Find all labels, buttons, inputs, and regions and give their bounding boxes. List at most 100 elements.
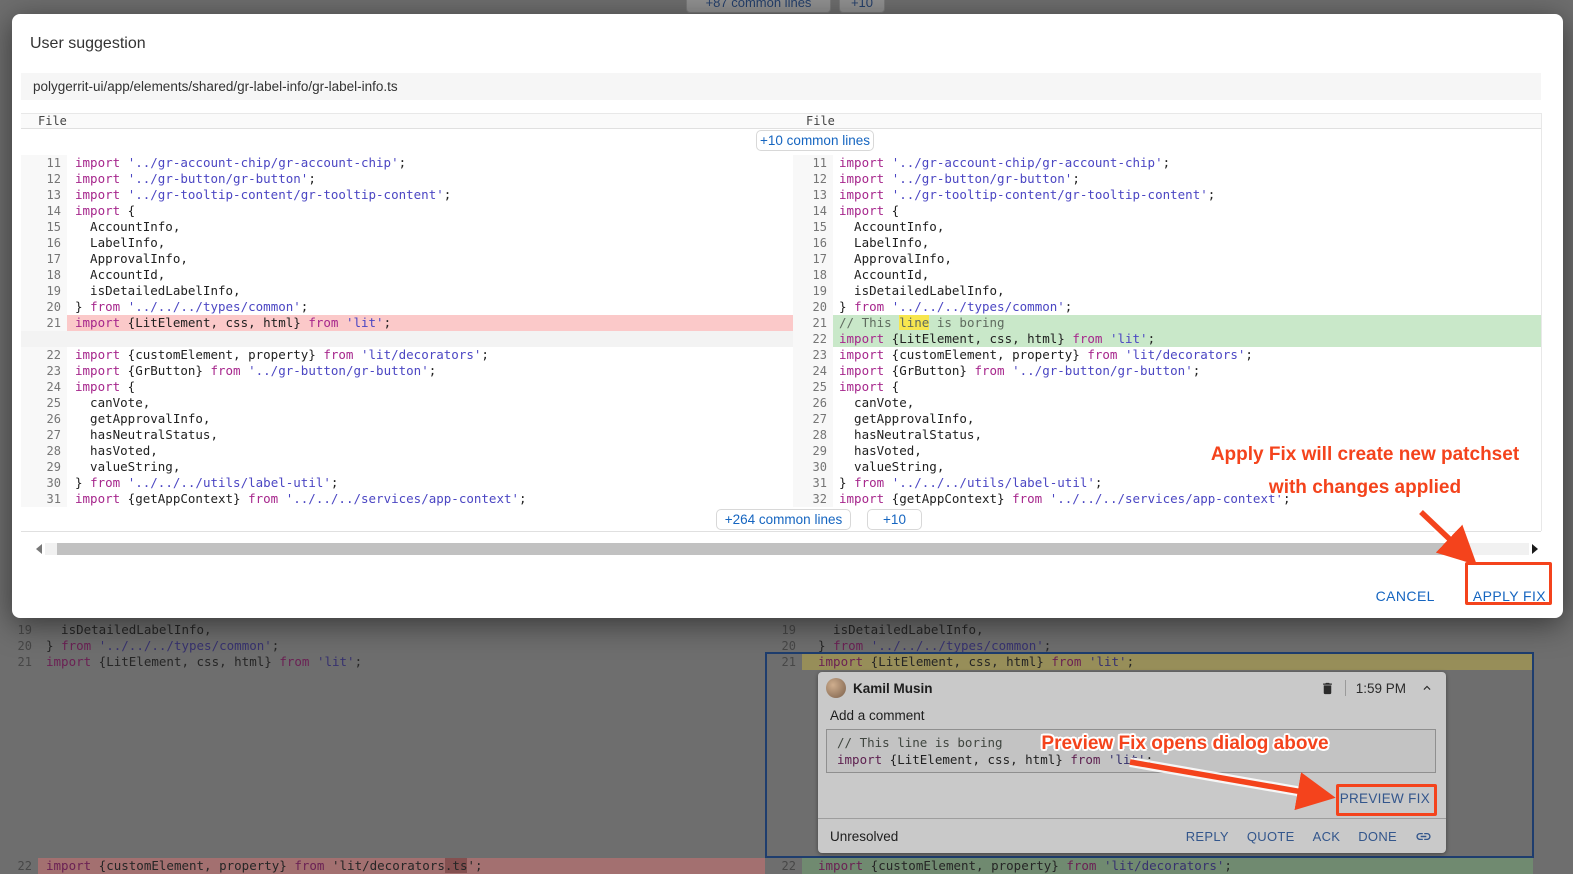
code-text: import {getAppContext} from '../../../se… xyxy=(67,491,793,507)
line-number: 22 xyxy=(21,347,67,363)
code-text: // This line is boring xyxy=(833,315,1541,331)
line-number: 12 xyxy=(793,171,833,187)
code-line: 21// This line is boring xyxy=(793,315,1541,331)
file-header-left: File xyxy=(38,114,67,128)
code-text: import '../gr-button/gr-button'; xyxy=(67,171,793,187)
code-line: 12import '../gr-button/gr-button'; xyxy=(793,171,1541,187)
code-line: 29 valueString, xyxy=(21,459,793,475)
trash-icon[interactable] xyxy=(1320,681,1335,696)
code-text: import {customElement, property} from 'l… xyxy=(833,347,1541,363)
bg-bottom-right-line: 22import {customElement, property} from … xyxy=(765,858,1533,874)
bg-expand-plus10-button[interactable]: +10 xyxy=(839,0,885,13)
comment-status: Unresolved xyxy=(830,829,898,844)
annotation-apply-note: Apply Fix will create new patchset with … xyxy=(1190,438,1540,504)
annotation-apply-note-line2: with changes applied xyxy=(1269,477,1461,498)
line-number: 15 xyxy=(21,219,67,235)
filler-row xyxy=(21,331,793,347)
bg-bottom-left-line: 22import {customElement, property} from … xyxy=(10,858,765,874)
code-line: 22import {customElement, property} from … xyxy=(10,858,765,874)
scrollbar-right-arrow-icon[interactable] xyxy=(1529,542,1541,556)
comment-footer: Unresolved REPLY QUOTE ACK DONE xyxy=(818,819,1446,853)
annotation-apply-note-line1: Apply Fix will create new patchset xyxy=(1211,444,1519,465)
code-text: } from '../../../types/common'; xyxy=(833,299,1541,315)
code-line: 13import '../gr-tooltip-content/gr-toolt… xyxy=(793,187,1541,203)
code-line: 11import '../gr-account-chip/gr-account-… xyxy=(793,155,1541,171)
comment-prompt: Add a comment xyxy=(830,708,925,723)
code-text: ApprovalInfo, xyxy=(833,251,1541,267)
scrollbar-track[interactable] xyxy=(45,543,1529,555)
line-number: 23 xyxy=(793,347,833,363)
comment-action-reply[interactable]: REPLY xyxy=(1186,829,1229,844)
code-line: 20} from '../../../types/common'; xyxy=(21,299,793,315)
line-number: 21 xyxy=(21,315,67,331)
code-line: 22import {customElement, property} from … xyxy=(765,858,1533,874)
bg-expand-common-lines-button[interactable]: +87 common lines xyxy=(686,0,831,13)
line-number: 22 xyxy=(765,858,802,874)
code-text: getApprovalInfo, xyxy=(833,411,1541,427)
code-text: import {customElement, property} from 'l… xyxy=(38,858,765,874)
code-line: 17 ApprovalInfo, xyxy=(21,251,793,267)
line-number: 30 xyxy=(793,459,833,475)
line-number: 18 xyxy=(793,267,833,283)
code-text: import { xyxy=(833,379,1541,395)
code-line: 19 isDetailedLabelInfo, xyxy=(765,622,1533,638)
code-line: 14import { xyxy=(21,203,793,219)
line-number: 14 xyxy=(793,203,833,219)
code-line: 24import {GrButton} from '../gr-button/g… xyxy=(793,363,1541,379)
preview-fix-highlight-rect xyxy=(1336,784,1437,816)
scrollbar-left-arrow-icon[interactable] xyxy=(33,542,45,556)
code-text: AccountInfo, xyxy=(833,219,1541,235)
code-line: 24import { xyxy=(21,379,793,395)
line-number: 16 xyxy=(793,235,833,251)
line-number: 19 xyxy=(793,283,833,299)
code-line: 15 AccountInfo, xyxy=(21,219,793,235)
code-text: import { xyxy=(67,203,793,219)
code-text: } from '../../../utils/label-util'; xyxy=(67,475,793,491)
line-number: 27 xyxy=(793,411,833,427)
copy-link-icon[interactable] xyxy=(1415,828,1432,845)
expand-top-button[interactable]: +10 common lines xyxy=(756,130,874,151)
comment-action-ack[interactable]: ACK xyxy=(1313,829,1341,844)
code-line: 27 hasNeutralStatus, xyxy=(21,427,793,443)
code-line: 13import '../gr-tooltip-content/gr-toolt… xyxy=(21,187,793,203)
code-text: } from '../../../types/common'; xyxy=(38,638,765,654)
line-number: 13 xyxy=(793,187,833,203)
diff-hscrollbar[interactable] xyxy=(33,542,1541,556)
expand-bottom-button[interactable]: +264 common lines xyxy=(716,509,851,530)
apply-fix-highlight-rect xyxy=(1465,562,1552,605)
code-text: AccountId, xyxy=(67,267,793,283)
code-text: hasNeutralStatus, xyxy=(67,427,793,443)
bg-code-left-column: 19 isDetailedLabelInfo,20} from '../../.… xyxy=(10,622,765,670)
expand-bottom-plus10-button[interactable]: +10 xyxy=(867,509,922,530)
code-text: import '../gr-account-chip/gr-account-ch… xyxy=(67,155,793,171)
code-line: 11import '../gr-account-chip/gr-account-… xyxy=(21,155,793,171)
code-text: LabelInfo, xyxy=(67,235,793,251)
line-number: 27 xyxy=(21,427,67,443)
diff-file-header: File File xyxy=(21,113,1541,129)
code-line: 25import { xyxy=(793,379,1541,395)
comment-author: Kamil Musin xyxy=(853,681,933,696)
code-line: 16 LabelInfo, xyxy=(793,235,1541,251)
line-number: 11 xyxy=(793,155,833,171)
line-number: 32 xyxy=(793,491,833,507)
annotation-preview-note: Preview Fix opens dialog above xyxy=(1040,731,1330,757)
line-number: 17 xyxy=(793,251,833,267)
comment-action-done[interactable]: DONE xyxy=(1358,829,1397,844)
code-text: import {LitElement, css, html} from 'lit… xyxy=(67,315,793,331)
line-number: 26 xyxy=(21,411,67,427)
code-line: 20} from '../../../types/common'; xyxy=(793,299,1541,315)
comment-card: Kamil Musin 1:59 PM Add a comment // Thi… xyxy=(818,672,1446,853)
collapse-chevron-icon[interactable] xyxy=(1420,681,1434,695)
code-text: import {GrButton} from '../gr-button/gr-… xyxy=(833,363,1541,379)
code-text: isDetailedLabelInfo, xyxy=(833,283,1541,299)
line-number: 18 xyxy=(21,267,67,283)
file-path: polygerrit-ui/app/elements/shared/gr-lab… xyxy=(21,73,1541,100)
code-line: 17 ApprovalInfo, xyxy=(793,251,1541,267)
code-line: 31import {getAppContext} from '../../../… xyxy=(21,491,793,507)
comment-action-quote[interactable]: QUOTE xyxy=(1247,829,1295,844)
code-text: isDetailedLabelInfo, xyxy=(38,622,765,638)
line-number: 22 xyxy=(793,331,833,347)
scrollbar-thumb[interactable] xyxy=(57,543,1469,555)
line-number: 17 xyxy=(21,251,67,267)
cancel-button[interactable]: CANCEL xyxy=(1376,588,1435,604)
